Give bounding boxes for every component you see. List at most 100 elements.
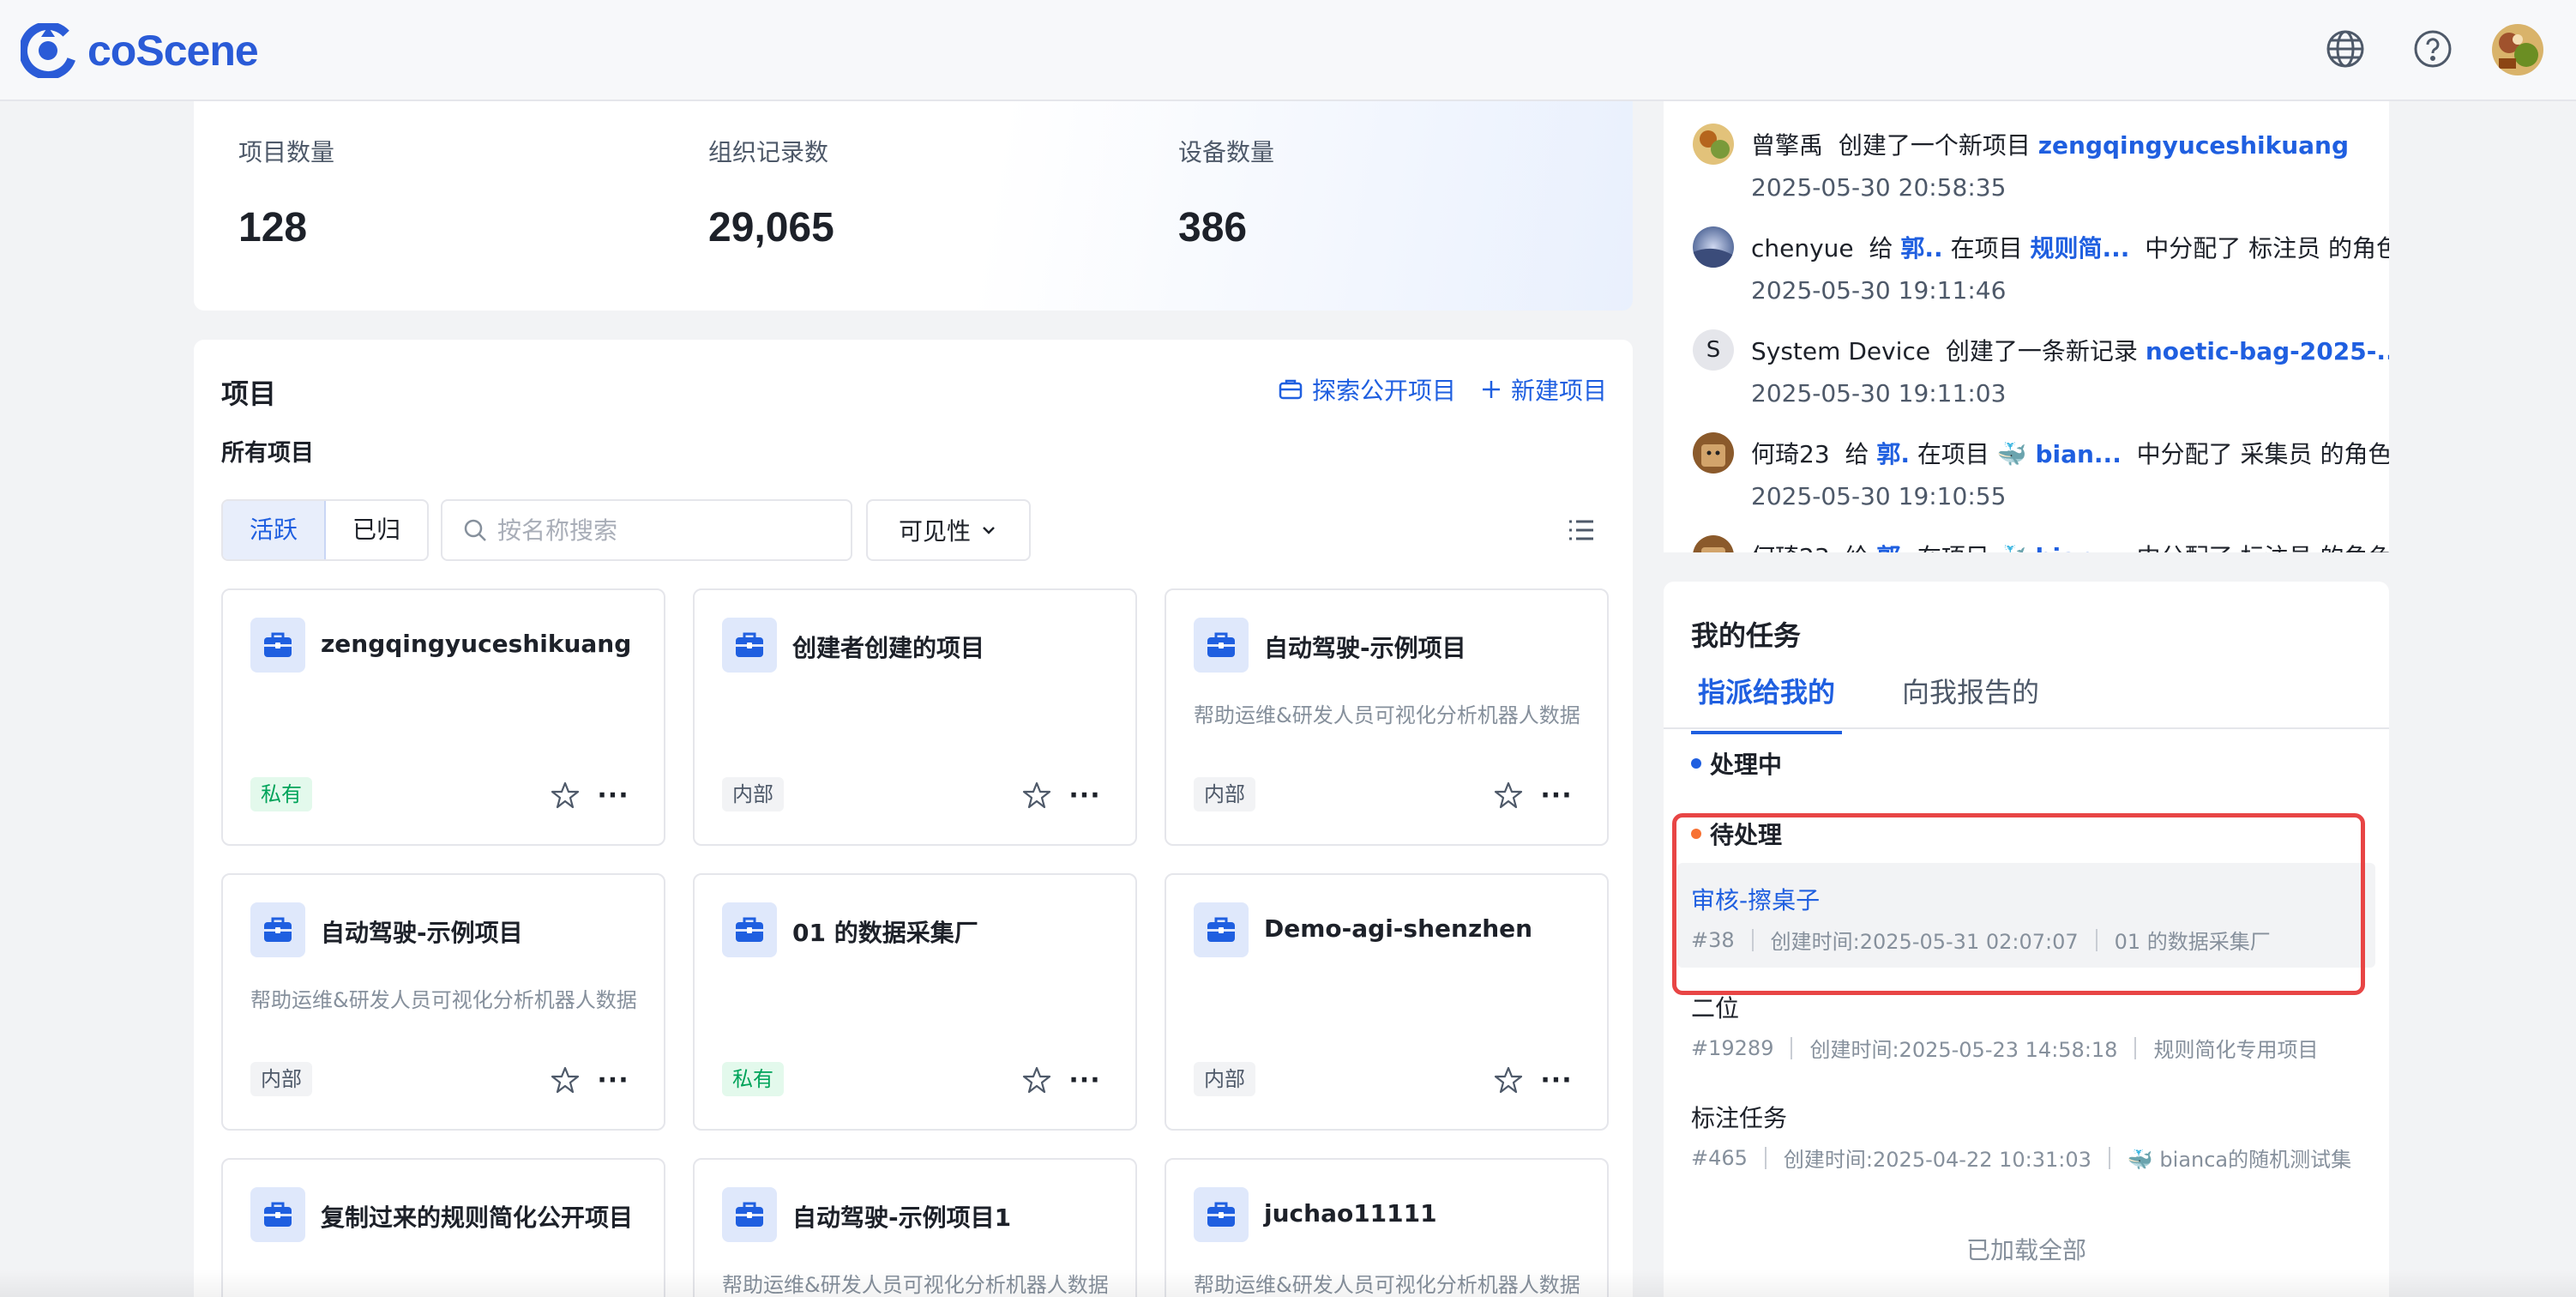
- activity-time: 2025-05-30 19:11:03: [1751, 379, 2007, 407]
- activity-target-link[interactable]: noetic-bag-2025-...: [2146, 337, 2389, 365]
- activity-text-part: 中分配了 标注员 的角色: [2145, 234, 2389, 262]
- tab-assigned-to-me[interactable]: 指派给我的: [1691, 671, 1843, 734]
- help-circle-icon[interactable]: [2410, 26, 2456, 72]
- status-dot-icon: [1691, 758, 1701, 769]
- project-card[interactable]: 自动驾驶-示例项目 帮助运维&研发人员可视化分析机器人数据 内部 ···: [221, 873, 665, 1131]
- activity-user[interactable]: System Device: [1751, 337, 1930, 365]
- project-card[interactable]: zengqingyuceshikuang 私有 ···: [221, 588, 665, 846]
- activity-target-link[interactable]: zengqingyuceshikuang: [2038, 131, 2349, 160]
- project-card[interactable]: 创建者创建的项目内部 ···: [693, 588, 1137, 846]
- stat-label: 组织记录数: [708, 138, 829, 166]
- activity-target-link[interactable]: 🐳 bian...: [1997, 543, 2122, 552]
- my-tasks-panel: 我的任务 指派给我的 向我报告的 处理中 待处理 审核-擦桌子 #38 创建时间…: [1664, 582, 2389, 1297]
- activity-feed: 曾擎禹 创建了一个新项目 zengqingyuceshikuang 2025-0…: [1664, 101, 2389, 552]
- activity-member-link[interactable]: 郭.: [1876, 440, 1910, 468]
- group-in-progress[interactable]: 处理中: [1691, 746, 1782, 781]
- more-options-icon[interactable]: ···: [1068, 781, 1099, 811]
- user-avatar[interactable]: [2492, 24, 2543, 75]
- user-avatar[interactable]: [1693, 535, 1734, 552]
- more-options-icon[interactable]: ···: [597, 1065, 628, 1095]
- activity-target-link[interactable]: 规则简...: [2031, 234, 2130, 262]
- user-avatar[interactable]: S: [1693, 329, 1734, 371]
- project-description: 帮助运维&研发人员可视化分析机器人数据: [250, 988, 637, 1012]
- task-title[interactable]: 二位: [1691, 990, 1739, 1024]
- project-name[interactable]: juchao11111: [1264, 1199, 1437, 1228]
- task-id: #19289: [1691, 1035, 1774, 1060]
- activity-member-link[interactable]: 郭..: [1900, 234, 1942, 262]
- brand-logo[interactable]: coScene: [21, 22, 259, 79]
- project-name[interactable]: Demo-agi-shenzhen: [1264, 914, 1532, 943]
- project-description: 帮助运维&研发人员可视化分析机器人数据: [1194, 703, 1580, 727]
- more-options-icon[interactable]: ···: [1540, 1065, 1571, 1095]
- star-icon[interactable]: [551, 1065, 580, 1095]
- tabs-divider: [1664, 727, 2389, 729]
- project-name[interactable]: 复制过来的规则简化公开项目: [321, 1199, 633, 1234]
- more-options-icon[interactable]: ···: [1540, 781, 1571, 811]
- project-search-box[interactable]: [441, 499, 852, 561]
- activity-time: 2025-05-30 19:10:55: [1751, 482, 2007, 510]
- task-meta: #465 创建时间:2025-04-22 10:31:03 🐳 bianca的随…: [1691, 1143, 2351, 1173]
- activity-user[interactable]: 何琦23: [1751, 543, 1830, 552]
- project-briefcase-icon: [722, 618, 777, 673]
- visibility-tag: 内部: [722, 777, 784, 811]
- project-briefcase-icon: [250, 902, 305, 957]
- task-id: #465: [1691, 1145, 1748, 1170]
- activity-user[interactable]: 曾擎禹: [1751, 131, 1823, 160]
- star-icon[interactable]: [1494, 1065, 1523, 1095]
- status-filter-segmented: 活跃 已归档: [221, 499, 429, 561]
- briefcase-icon: [1279, 379, 1303, 400]
- group-label: 处理中: [1710, 751, 1783, 779]
- filter-active-tab[interactable]: 活跃: [223, 501, 326, 559]
- user-avatar[interactable]: [1693, 124, 1734, 165]
- activity-text-part: 在项目: [1917, 440, 1989, 468]
- project-name[interactable]: 自动驾驶-示例项目: [321, 914, 523, 949]
- more-options-icon[interactable]: ···: [1068, 1065, 1099, 1095]
- star-icon[interactable]: [1494, 781, 1523, 810]
- user-avatar[interactable]: [1693, 226, 1734, 268]
- activity-time: 2025-05-30 19:11:46: [1751, 276, 2007, 305]
- all-projects-subtitle: 所有项目: [221, 440, 314, 467]
- explore-public-projects-link[interactable]: 探索公开项目: [1278, 372, 1456, 407]
- activity-text: System Device 创建了一条新记录 noetic-bag-2025-.…: [1751, 333, 2389, 367]
- project-card[interactable]: 01 的数据采集厂 私有 ···: [693, 873, 1137, 1131]
- star-icon[interactable]: [1022, 1065, 1051, 1095]
- task-project: 规则简化专用项目: [2153, 1038, 2319, 1062]
- project-name[interactable]: 01 的数据采集厂: [792, 914, 978, 949]
- task-meta: #19289 创建时间:2025-05-23 14:58:18 规则简化专用项目: [1691, 1033, 2318, 1063]
- project-name[interactable]: 创建者创建的项目: [792, 630, 984, 664]
- filter-archived-tab[interactable]: 已归档: [326, 501, 427, 559]
- task-item[interactable]: 标注任务 #465 创建时间:2025-04-22 10:31:03 🐳 bia…: [1677, 1100, 2375, 1185]
- project-name[interactable]: 自动驾驶-示例项目1: [792, 1199, 1011, 1234]
- project-briefcase-icon: [1194, 902, 1249, 957]
- stat-value: 29,065: [708, 205, 834, 250]
- new-project-button[interactable]: 新建项目: [1480, 372, 1607, 407]
- search-input[interactable]: [497, 516, 823, 545]
- separator: [1791, 1036, 1793, 1059]
- activity-user[interactable]: chenyue: [1751, 234, 1854, 262]
- activity-user[interactable]: 何琦23: [1751, 440, 1830, 468]
- activity-text-part: 在项目: [1917, 543, 1989, 552]
- activity-member-link[interactable]: 郭.: [1876, 543, 1910, 552]
- separator: [1764, 1146, 1766, 1169]
- star-icon[interactable]: [551, 781, 580, 810]
- activity-target-link[interactable]: 🐳 bian...: [1997, 440, 2122, 468]
- more-options-icon[interactable]: ···: [597, 781, 628, 811]
- project-card[interactable]: Demo-agi-shenzhen 内部 ···: [1165, 873, 1609, 1131]
- project-name[interactable]: 自动驾驶-示例项目: [1264, 630, 1466, 664]
- stat-record-count: 组织记录数 29,065: [708, 134, 834, 251]
- stat-project-count: 项目数量 128: [238, 134, 334, 251]
- visibility-dropdown[interactable]: 可见性: [866, 499, 1031, 561]
- star-icon[interactable]: [1022, 781, 1051, 810]
- activity-text: 何琦23 给 郭. 在项目 🐳 bian... 中分配了 标注员 的角色: [1751, 539, 2389, 552]
- globe-icon[interactable]: [2322, 26, 2368, 72]
- list-view-icon[interactable]: [1562, 511, 1600, 549]
- task-item[interactable]: 二位 #19289 创建时间:2025-05-23 14:58:18 规则简化专…: [1677, 990, 2375, 1076]
- stats-summary-card: 项目数量 128 组织记录数 29,065 设备数量 386: [194, 101, 1633, 311]
- task-title[interactable]: 标注任务: [1691, 1100, 1787, 1134]
- tab-reported-to-me[interactable]: 向我报告的: [1902, 671, 2039, 731]
- project-card[interactable]: 自动驾驶-示例项目 帮助运维&研发人员可视化分析机器人数据 内部 ···: [1165, 588, 1609, 846]
- project-name[interactable]: zengqingyuceshikuang: [321, 630, 631, 658]
- user-avatar[interactable]: [1693, 432, 1734, 474]
- separator: [2134, 1036, 2137, 1059]
- projects-title: 项目: [221, 377, 277, 410]
